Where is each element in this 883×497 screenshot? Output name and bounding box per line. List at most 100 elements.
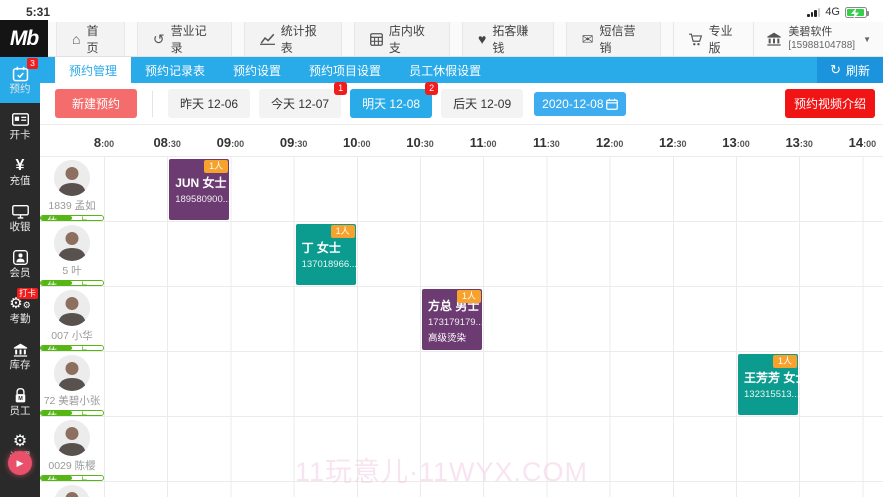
avatar: [54, 290, 90, 326]
time-label: 09:30: [279, 135, 308, 150]
rest-toggle-button[interactable]: 休息: [41, 216, 72, 220]
chevron-down-icon: ▼: [863, 34, 871, 44]
schedule-grid: 1839 孟如休息上班5 叶休息上班007 小华休息上班72 美碧小张休息上班0…: [40, 157, 883, 497]
date-button-label: 今天 12-07: [271, 97, 330, 111]
new-appointment-button[interactable]: 新建预约: [55, 89, 138, 118]
calendar-icon: [606, 98, 618, 110]
nav-item-3[interactable]: 店内收支: [353, 22, 451, 56]
gear-icon: ⚙: [12, 432, 28, 450]
time-label: 13:30: [785, 135, 813, 150]
people-count-badge: 1人: [772, 355, 797, 368]
appointment-service: 高级烫染: [428, 333, 467, 344]
plan-badge[interactable]: 专业版: [672, 22, 754, 56]
yen-icon: ¥: [15, 156, 25, 174]
schedule-row: 0029 陈樱休息上班: [40, 417, 883, 482]
rest-toggle-button[interactable]: 休息: [41, 281, 72, 285]
account-name: 美碧软件: [788, 26, 833, 39]
nav-item-1[interactable]: ↺ 营业记录: [136, 22, 232, 56]
account-menu[interactable]: 美碧软件 [15988104788] ▼: [753, 22, 883, 56]
time-label: 10:00: [343, 135, 371, 150]
employee-name: 0029 陈樱: [48, 460, 96, 472]
sidebar-item-label: 充值: [9, 175, 31, 188]
staff-icon: M: [14, 387, 27, 404]
work-toggle-button[interactable]: 上班: [72, 346, 103, 350]
avatar: [54, 355, 90, 391]
employee-cell: 007 小华休息上班: [40, 287, 104, 351]
nav-item-label: 首页: [86, 24, 99, 55]
calendar-check-icon: [12, 65, 29, 82]
appointment-phone: 132315513...: [744, 389, 800, 400]
chart-icon: [259, 33, 275, 45]
nav-item-0[interactable]: ⌂ 首页: [56, 22, 125, 56]
date-picker-input[interactable]: 2020-12-08: [534, 91, 627, 116]
work-toggle-button[interactable]: 上班: [72, 281, 103, 285]
nav-item-4[interactable]: ♥ 拓客赚钱: [462, 22, 554, 56]
schedule-row: 5 叶休息上班: [40, 222, 883, 287]
date-value: 2020-12-08: [542, 96, 604, 111]
date-button-0[interactable]: 昨天 12-06: [168, 89, 251, 118]
avatar: [54, 225, 90, 261]
plan-label: 专业版: [708, 24, 733, 55]
refresh-button[interactable]: ↻ 刷新: [817, 57, 883, 83]
sidebar-item-预约[interactable]: 3 预约: [0, 57, 40, 103]
tab-4[interactable]: 员工休假设置: [395, 57, 495, 83]
employee-cell: 1839 孟如休息上班: [40, 157, 104, 221]
notification-badge: 打卡: [16, 288, 38, 299]
sidebar-item-label: 开卡: [9, 129, 31, 142]
nav-item-5[interactable]: ✉ 短信营销: [565, 22, 661, 56]
tab-0[interactable]: 预约管理: [55, 57, 132, 83]
bank-icon: [766, 32, 782, 46]
appointment-phone: 189580900...: [175, 194, 231, 205]
time-label: 12:30: [659, 135, 687, 150]
video-intro-button[interactable]: 预约视频介绍: [784, 89, 875, 118]
date-button-2[interactable]: 明天 12-08 2: [350, 82, 439, 118]
notification-badge: 2: [425, 82, 439, 95]
appointment-block[interactable]: 1人 王芳芳 女士 132315513...: [738, 354, 807, 415]
time-label: 10:30: [406, 135, 434, 150]
tab-2[interactable]: 预约设置: [219, 57, 295, 83]
sidebar-item-label: 收银: [9, 221, 31, 234]
network-type: 4G: [825, 6, 840, 18]
sidebar-item-充值[interactable]: ¥ 充值: [0, 149, 40, 195]
rest-toggle-button[interactable]: 休息: [41, 476, 72, 480]
time-label: 11:00: [469, 135, 497, 150]
top-nav: ⌂ 首页 ↺ 营业记录 统计报表 店内收支 ♥ 拓客赚钱 ✉ 短信营销 专业版 美碧软件 [159…: [0, 22, 883, 57]
date-button-1[interactable]: 今天 12-07 1: [259, 82, 348, 118]
sidebar-item-库存[interactable]: 库存: [0, 333, 40, 379]
employee-name: 1839 孟如: [48, 200, 96, 212]
people-count-badge: 1人: [330, 225, 355, 238]
tab-1[interactable]: 预约记录表: [131, 57, 219, 83]
sidebar-item-会员[interactable]: 会员: [0, 241, 40, 287]
time-header: 8:00 08:30 09:00 09:30 10:00 10:30 11:00 11:30 1…: [40, 125, 883, 157]
appointment-name: 丁 女士: [301, 241, 341, 255]
schedule-row: [40, 482, 883, 497]
sidebar-item-考勤[interactable]: 打卡 ⚙⚙ 考勤: [0, 287, 40, 333]
employee-cell: 5 叶休息上班: [40, 222, 104, 286]
appointment-block[interactable]: 1人 JUN 女士 189580900...: [169, 159, 231, 220]
monitor-icon: [11, 203, 29, 220]
nav-item-2[interactable]: 统计报表: [243, 22, 342, 56]
work-toggle-button[interactable]: 上班: [72, 216, 103, 220]
sidebar-item-开卡[interactable]: 开卡: [0, 103, 40, 149]
shift-toggle: 休息上班: [40, 215, 104, 221]
tab-3[interactable]: 预约项目设置: [295, 57, 395, 83]
appointment-phone: 137018966...: [301, 259, 358, 270]
bank-icon: [12, 341, 29, 358]
rest-toggle-button[interactable]: 休息: [41, 411, 72, 415]
nav-item-label: 统计报表: [280, 24, 317, 55]
heart-icon: ♥: [478, 31, 487, 47]
employee-name: 007 小华: [51, 330, 93, 342]
sidebar-item-员工[interactable]: M 员工: [0, 379, 40, 425]
shift-toggle: 休息上班: [40, 410, 104, 416]
shift-toggle: 休息上班: [40, 475, 104, 481]
video-play-button[interactable]: ▶: [8, 451, 32, 475]
appointment-block[interactable]: 1人 方总 男士 173179179... 高级烫染: [422, 289, 483, 350]
schedule-row: 1839 孟如休息上班: [40, 157, 883, 222]
sidebar-item-收银[interactable]: 收银: [0, 195, 40, 241]
cart-icon: [688, 33, 703, 46]
work-toggle-button[interactable]: 上班: [72, 476, 103, 480]
appointment-block[interactable]: 1人丁 女士 137018966...: [295, 224, 358, 285]
rest-toggle-button[interactable]: 休息: [41, 346, 72, 350]
work-toggle-button[interactable]: 上班: [72, 411, 103, 415]
date-button-3[interactable]: 后天 12-09: [441, 89, 524, 118]
